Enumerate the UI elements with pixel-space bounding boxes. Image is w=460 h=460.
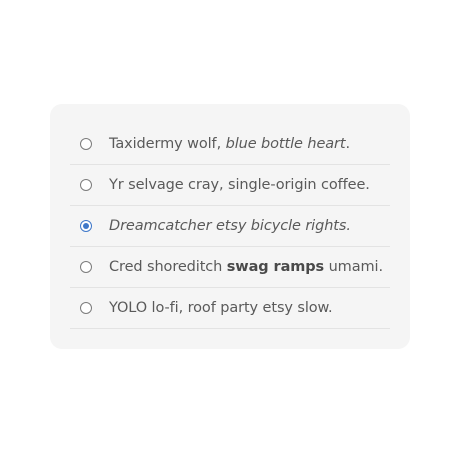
radio-option-5[interactable]: YOLO lo-fi, roof party etsy slow.	[70, 288, 390, 329]
radio-option-2[interactable]: Yr selvage cray, single-origin coffee.	[70, 165, 390, 206]
radio-option-3[interactable]: Dreamcatcher etsy bicycle rights.	[70, 206, 390, 247]
radio-option-5-label: YOLO lo-fi, roof party etsy slow.	[109, 300, 333, 316]
radio-button-4[interactable]	[80, 261, 92, 273]
radio-button-3[interactable]	[80, 220, 92, 232]
radio-option-2-label: Yr selvage cray, single-origin coffee.	[109, 177, 370, 193]
radio-button-5[interactable]	[80, 302, 92, 314]
radio-list: Taxidermy wolf, blue bottle heart. Yr se…	[70, 124, 390, 329]
radio-list-card: Taxidermy wolf, blue bottle heart. Yr se…	[50, 104, 410, 349]
radio-option-4-label: Cred shoreditch swag ramps umami.	[109, 259, 383, 275]
radio-option-1-label: Taxidermy wolf, blue bottle heart.	[109, 136, 351, 152]
radio-button-2[interactable]	[80, 179, 92, 191]
radio-option-1[interactable]: Taxidermy wolf, blue bottle heart.	[70, 124, 390, 165]
radio-option-3-label: Dreamcatcher etsy bicycle rights.	[109, 218, 351, 234]
radio-option-4[interactable]: Cred shoreditch swag ramps umami.	[70, 247, 390, 288]
radio-button-1[interactable]	[80, 138, 92, 150]
